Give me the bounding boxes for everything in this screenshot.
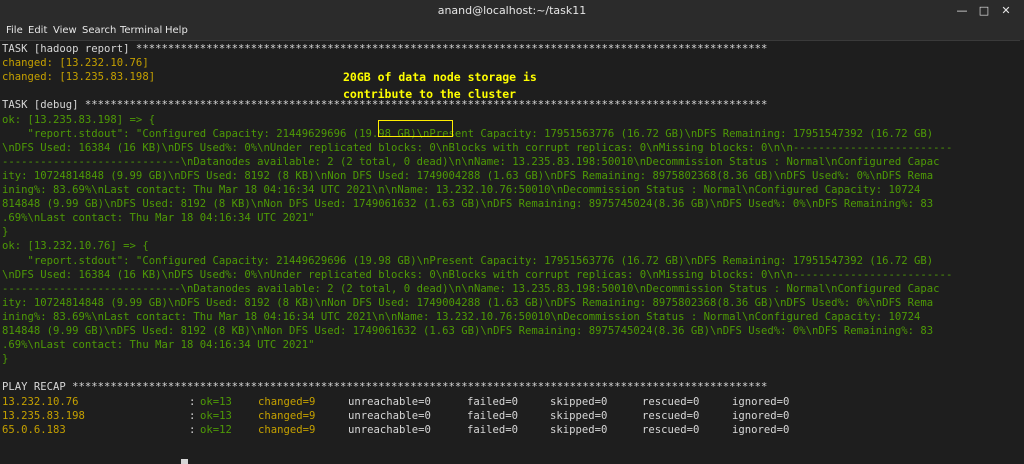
annotation-line: 20GB of data node storage is <box>343 70 537 84</box>
window-titlebar[interactable]: anand@localhost:~/task11 <box>0 0 1024 21</box>
menu-help[interactable]: Help <box>165 21 188 40</box>
recap-separator: : <box>189 395 196 408</box>
terminal-line: ok: [13.232.10.76] => { <box>2 240 149 253</box>
terminal-line: 814848 (9.99 GB)\nDFS Used: 8192 (8 KB)\… <box>2 198 934 211</box>
recap-unreachable: unreachable=0 <box>348 395 431 408</box>
window-title: anand@localhost:~/task11 <box>437 4 587 17</box>
menu-bar: File Edit View Search Terminal Help <box>0 21 1024 41</box>
terminal-line: ok: [13.235.83.198] => { <box>2 113 156 126</box>
terminal-line: PLAY RECAP *****************************… <box>2 381 768 394</box>
recap-rescued: rescued=0 <box>642 423 700 436</box>
terminal-line: ining%: 83.69%\nLast contact: Thu Mar 18… <box>2 184 921 196</box>
terminal-line: } <box>2 353 9 366</box>
terminal-cursor <box>181 459 188 464</box>
recap-skipped: skipped=0 <box>550 423 608 436</box>
terminal-line: ----------------------------\nDatanodes … <box>2 155 940 168</box>
terminal-line: ity: 10724814848 (9.99 GB)\nDFS Used: 81… <box>2 169 934 182</box>
terminal-line: } <box>2 226 9 239</box>
recap-host: 13.235.83.198 <box>2 409 85 422</box>
minimize-icon[interactable]: — <box>955 4 969 18</box>
recap-ok: ok=13 <box>200 395 232 408</box>
menu-edit[interactable]: Edit <box>28 21 47 40</box>
recap-changed: changed=9 <box>258 423 316 436</box>
terminal-line: changed: [13.235.83.198] <box>2 71 156 84</box>
recap-unreachable: unreachable=0 <box>348 423 431 436</box>
recap-failed: failed=0 <box>467 423 519 436</box>
terminal-output[interactable]: TASK [hadoop report] *******************… <box>2 40 1020 464</box>
recap-rescued: rescued=0 <box>642 395 700 408</box>
recap-ignored: ignored=0 <box>732 395 790 408</box>
recap-separator: : <box>189 423 196 436</box>
maximize-icon[interactable]: □ <box>977 4 991 18</box>
recap-ignored: ignored=0 <box>732 423 790 436</box>
terminal-line: "report.stdout": "Configured Capacity: 2… <box>2 127 934 140</box>
recap-skipped: skipped=0 <box>550 409 608 422</box>
recap-ok: ok=13 <box>200 409 232 422</box>
terminal-line: TASK [hadoop report] *******************… <box>2 43 768 55</box>
terminal-line: .69%\nLast contact: Thu Mar 18 04:16:34 … <box>2 212 315 225</box>
menu-file[interactable]: File <box>6 21 23 40</box>
recap-ignored: ignored=0 <box>732 409 790 422</box>
recap-changed: changed=9 <box>258 409 316 422</box>
menu-terminal[interactable]: Terminal <box>120 21 162 40</box>
annotation-note: 20GB of data node storage is contribute … <box>343 69 583 103</box>
recap-failed: failed=0 <box>467 395 519 408</box>
terminal-line: \nDFS Used: 16384 (16 KB)\nDFS Used%: 0%… <box>2 268 953 281</box>
annotation-line: contribute to the cluster <box>343 87 517 101</box>
terminal-line: \nDFS Used: 16384 (16 KB)\nDFS Used%: 0%… <box>2 141 953 154</box>
terminal-line: changed: [13.232.10.76] <box>2 57 149 70</box>
recap-unreachable: unreachable=0 <box>348 409 431 422</box>
close-icon[interactable]: ✕ <box>999 4 1013 18</box>
highlight-box <box>378 120 453 137</box>
recap-host: 13.232.10.76 <box>2 395 79 408</box>
menu-view[interactable]: View <box>53 21 77 40</box>
recap-failed: failed=0 <box>467 409 519 422</box>
terminal-line: .69%\nLast contact: Thu Mar 18 04:16:34 … <box>2 339 315 352</box>
recap-changed: changed=9 <box>258 395 316 408</box>
terminal-line: 814848 (9.99 GB)\nDFS Used: 8192 (8 KB)\… <box>2 325 934 337</box>
recap-separator: : <box>189 409 196 422</box>
terminal-line: "report.stdout": "Configured Capacity: 2… <box>2 254 934 267</box>
recap-ok: ok=12 <box>200 423 232 436</box>
terminal-line: ----------------------------\nDatanodes … <box>2 282 940 295</box>
recap-host: 65.0.6.183 <box>2 423 66 436</box>
recap-rescued: rescued=0 <box>642 409 700 422</box>
terminal-line: ining%: 83.69%\nLast contact: Thu Mar 18… <box>2 310 921 323</box>
menu-search[interactable]: Search <box>82 21 116 40</box>
scrollbar[interactable] <box>1020 40 1024 464</box>
recap-skipped: skipped=0 <box>550 395 608 408</box>
terminal-line: ity: 10724814848 (9.99 GB)\nDFS Used: 81… <box>2 296 934 309</box>
